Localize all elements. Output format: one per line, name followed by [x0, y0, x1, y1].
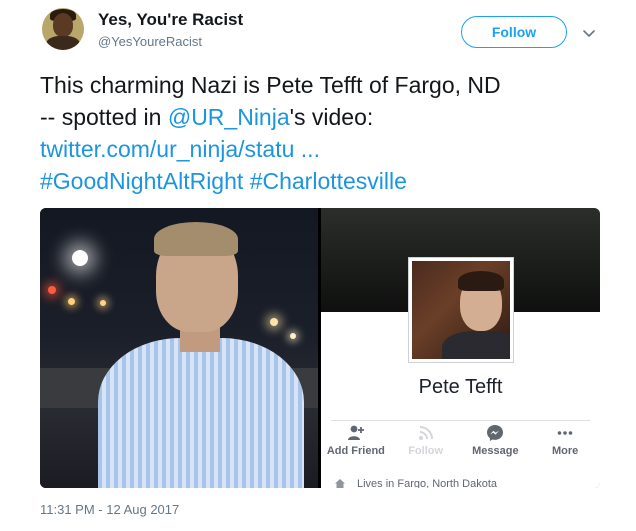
photo-person-hair [154, 222, 238, 256]
avatar-face [53, 13, 73, 37]
fb-message: Message [462, 424, 528, 464]
mention-link[interactable]: @UR_Ninja [168, 104, 290, 130]
tweet-text-suffix: 's video: [289, 104, 374, 130]
photo-person-shirt [98, 338, 304, 488]
fb-profile-hair [458, 271, 504, 291]
fb-action-bar: Add Friend Follow Message More [321, 424, 600, 464]
tweet-line-2: -- spotted in @UR_Ninja's video: [40, 101, 600, 133]
messenger-icon [487, 425, 504, 441]
photo-light [72, 250, 88, 266]
video-still-photo[interactable] [40, 208, 318, 488]
fb-follow: Follow [393, 424, 459, 464]
fb-profile-shirt [442, 331, 510, 359]
tweet-line-1: This charming Nazi is Pete Tefft of Farg… [40, 72, 501, 98]
divider [331, 420, 590, 421]
add-friend-icon [347, 425, 364, 440]
home-icon [335, 479, 345, 488]
fb-action-label: Add Friend [326, 445, 385, 457]
fb-action-label: More [551, 445, 579, 457]
fb-profile-picture [409, 258, 513, 362]
follow-button[interactable]: Follow [461, 16, 567, 48]
photo-light [270, 318, 278, 326]
tweet-timestamp[interactable]: 11:31 PM - 12 Aug 2017 [40, 502, 179, 517]
hashtag-link[interactable]: #GoodNightAltRight [40, 168, 243, 194]
fb-more: More [532, 424, 598, 464]
fb-action-label: Message [472, 445, 519, 457]
facebook-profile-screenshot[interactable]: Pete Tefft Add Friend Follow Message Mor… [321, 208, 600, 488]
avatar-body [46, 36, 80, 50]
fb-profile-name: Pete Tefft [418, 376, 503, 398]
user-handle[interactable]: @YesYoureRacist [98, 34, 202, 49]
follow-rss-icon [418, 426, 433, 440]
fb-lives-in-text: Lives in Fargo, North Dakota [357, 478, 498, 488]
tweet-text: This charming Nazi is Pete Tefft of Farg… [40, 69, 600, 197]
photo-light [48, 286, 56, 294]
tweet-text-prefix: -- spotted in [40, 104, 168, 130]
tweet-media[interactable]: Pete Tefft Add Friend Follow Message Mor… [40, 208, 600, 488]
photo-light [100, 300, 106, 306]
fb-lives-in: Lives in Fargo, North Dakota [335, 478, 595, 488]
photo-light [290, 333, 296, 339]
chevron-down-icon[interactable] [582, 26, 596, 40]
fb-action-label: Follow [408, 445, 444, 457]
user-avatar[interactable] [42, 8, 84, 50]
url-link[interactable]: twitter.com/ur_ninja/statu ... [40, 136, 320, 162]
hashtag-link[interactable]: #Charlottesville [250, 168, 407, 194]
display-name[interactable]: Yes, You're Racist [98, 10, 243, 30]
more-dots-icon [557, 431, 573, 435]
fb-add-friend: Add Friend [323, 424, 389, 464]
photo-light [68, 298, 75, 305]
